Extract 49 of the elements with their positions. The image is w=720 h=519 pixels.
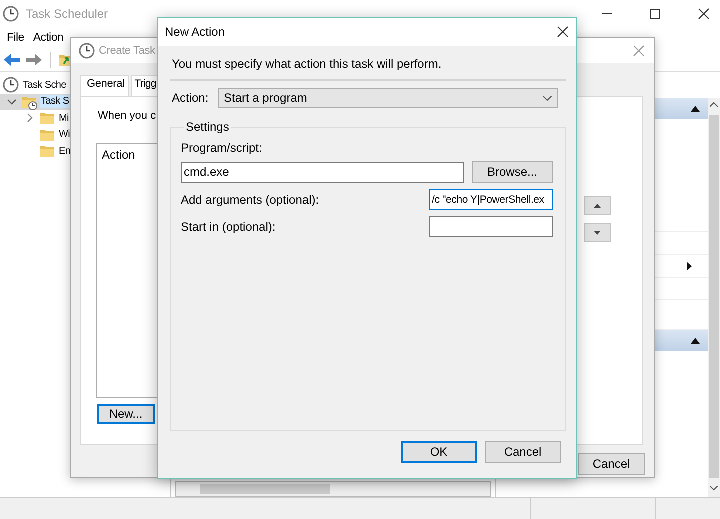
text-field[interactable]: /c "echo Y|PowerShell.ex [429,189,553,210]
ok-button[interactable]: OK [401,441,477,463]
close-icon[interactable] [698,8,710,20]
move-down-button[interactable] [584,223,611,242]
cancel-button[interactable]: Cancel [578,453,645,475]
maximize-icon[interactable] [650,9,660,19]
back-arrow-icon[interactable] [3,52,21,68]
tree-item[interactable]: Mi [58,112,70,125]
action-dropdown[interactable]: Start a program [218,88,558,108]
cancel-button[interactable]: Cancel [485,441,561,463]
close-icon[interactable] [557,26,569,38]
field-label: Add arguments (optional): [181,192,320,206]
collapse-triangle-icon[interactable] [691,106,700,112]
window-title: Create Task [99,44,156,56]
vertical-scrollbar[interactable] [708,98,720,497]
triangle-down-icon [594,230,601,234]
instruction-text: When you c [97,110,158,122]
tree-item[interactable]: Task S [40,95,70,108]
triangle-up-icon [594,204,601,208]
clock-icon [79,42,95,58]
move-up-button[interactable] [584,196,611,215]
clock-icon [3,6,19,22]
group-title: Settings [185,120,230,134]
field-label: Action: [171,91,210,105]
window-title: New Action [165,25,226,39]
instruction-text: You must specify what action this task will perform. [171,57,443,71]
new-button[interactable]: New... [97,404,155,424]
menu-item[interactable]: Action [33,32,64,44]
scroll-up-icon[interactable] [710,102,718,107]
menu-item[interactable]: File [7,32,24,44]
clock-icon [3,77,19,94]
tab[interactable]: General [80,75,129,96]
text-field[interactable] [429,216,553,237]
field-label: Start in (optional): [181,220,276,234]
column-header: Action [102,148,136,162]
folder-icon [39,110,55,126]
folder-icon [39,143,55,160]
browse-button[interactable]: Browse... [472,161,553,183]
scroll-down-icon[interactable] [710,486,718,491]
collapse-triangle-icon[interactable] [691,338,700,344]
tree-item[interactable]: Task Sche [22,78,68,92]
horizontal-scrollbar[interactable] [175,481,491,497]
text-field[interactable]: cmd.exe [181,162,464,182]
chevron-down-icon [543,96,552,100]
field-label: Program/script: [181,141,264,155]
submenu-arrow-icon[interactable] [687,262,692,270]
window-title: Task Scheduler [26,7,108,21]
tree-item[interactable]: Wi [58,128,72,142]
forward-arrow-icon[interactable] [25,52,43,68]
